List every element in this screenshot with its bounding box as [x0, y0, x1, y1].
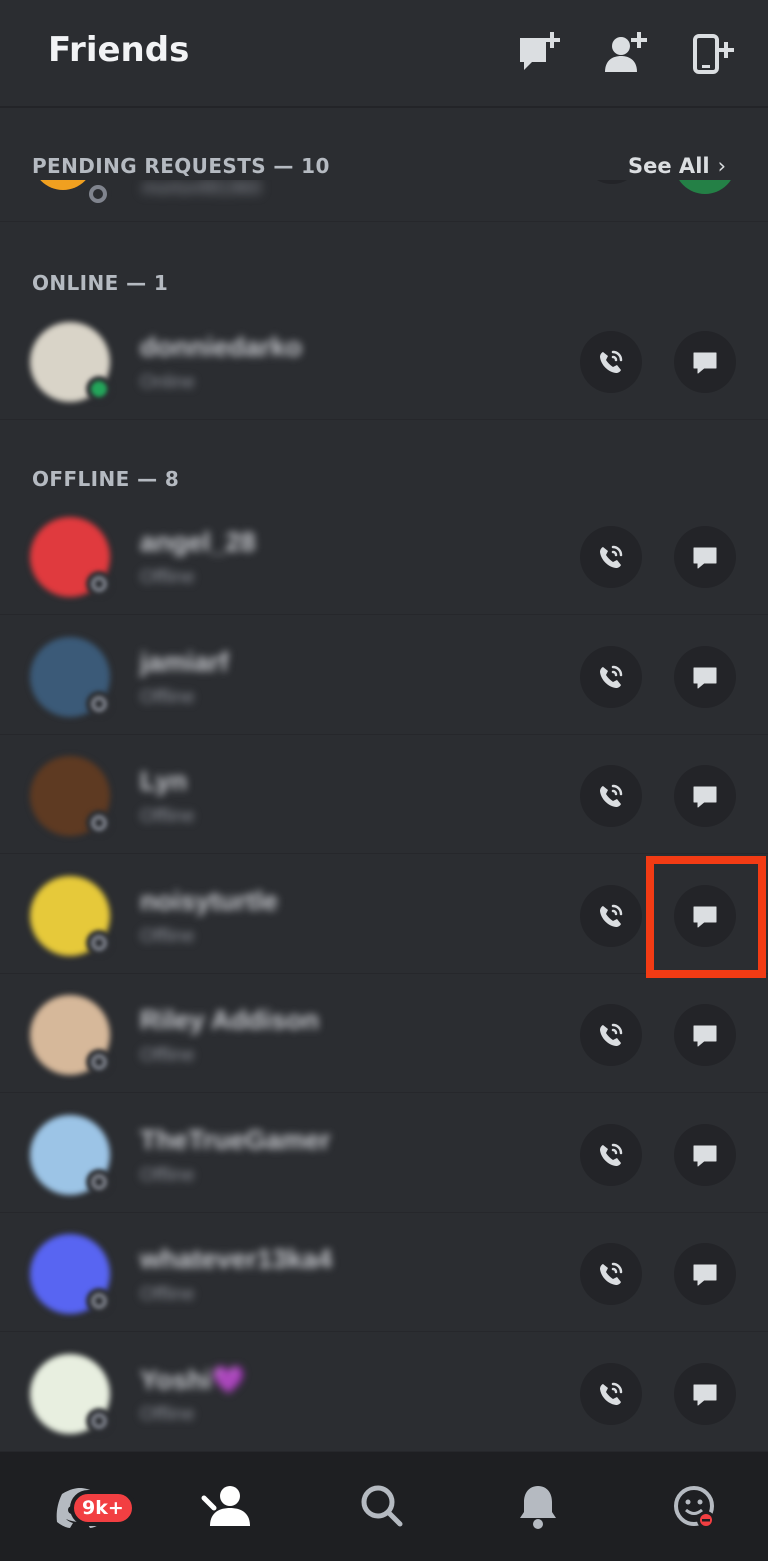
friend-name: Riley Addison [140, 1005, 320, 1035]
pending-requests-label: PENDING REQUESTS — 10 [32, 154, 330, 178]
offline-status-icon [86, 571, 112, 597]
highlight-box [646, 856, 766, 978]
notification-badge: 9k+ [70, 1490, 136, 1526]
call-button[interactable] [580, 526, 642, 588]
phone-icon [600, 1382, 623, 1405]
message-button[interactable] [674, 1123, 736, 1186]
friend-status: Online [140, 372, 195, 393]
friends-icon[interactable] [196, 1476, 256, 1536]
add-friend-icon[interactable] [602, 30, 648, 76]
message-button[interactable] [674, 1004, 736, 1066]
friend-status: Offline [140, 686, 195, 708]
chat-bubble-icon [693, 667, 717, 688]
new-message-icon[interactable] [516, 30, 562, 76]
phone-icon [600, 665, 623, 688]
add-contact-icon[interactable] [690, 30, 736, 76]
see-all-button[interactable]: See All › [628, 154, 726, 178]
phone-icon [600, 904, 623, 927]
offline-status-icon [86, 1168, 112, 1195]
call-button[interactable] [580, 1243, 642, 1305]
chat-bubble-icon [693, 1384, 717, 1405]
message-button[interactable] [674, 645, 736, 708]
header-bar: Friends [0, 0, 768, 108]
friend-row[interactable]: Yoshi💜 Offline [0, 1334, 768, 1452]
offline-status-icon [86, 929, 112, 956]
friend-row[interactable]: whatever13ka4 Offline [0, 1214, 768, 1332]
phone-icon [600, 784, 623, 807]
friend-row[interactable]: Riley Addison Offline [0, 975, 768, 1093]
pending-requests-section[interactable]: mortonfill1960 PENDING REQUESTS — 10 See… [0, 110, 768, 222]
notifications-icon[interactable] [508, 1476, 568, 1536]
chevron-right-icon: › [717, 154, 726, 178]
call-button[interactable] [580, 1123, 642, 1186]
friend-name: jamiarf [140, 646, 229, 677]
phone-icon [600, 350, 623, 373]
message-button[interactable] [674, 765, 736, 827]
message-button[interactable] [674, 331, 736, 393]
friend-name: noisyturtle [140, 885, 279, 916]
offline-status-icon [86, 810, 112, 836]
offline-status-icon [86, 1407, 112, 1434]
friend-name: TheTrueGamer [140, 1124, 331, 1155]
call-button[interactable] [580, 331, 642, 393]
call-button[interactable] [580, 765, 642, 827]
friend-row[interactable]: jamiarf Offline [0, 617, 768, 735]
friend-name: Lyn [140, 766, 187, 796]
chat-bubble-icon [693, 1264, 717, 1286]
call-button[interactable] [580, 1362, 642, 1425]
friend-status: Offline [140, 1045, 195, 1066]
offline-status-icon [86, 1049, 112, 1075]
pending-status-dot [84, 180, 112, 208]
friend-status: Offline [140, 925, 195, 947]
chat-bubble-icon [693, 1025, 717, 1047]
friend-status: Offline [140, 567, 195, 588]
phone-icon [600, 1262, 623, 1285]
chat-bubble-icon [693, 547, 717, 569]
phone-icon [600, 1143, 623, 1166]
pending-preview-name: mortonfill1960 [142, 178, 262, 199]
phone-icon [600, 545, 623, 568]
message-button[interactable] [674, 526, 736, 588]
online-status-icon [86, 376, 112, 402]
search-icon[interactable] [352, 1476, 412, 1536]
friend-row[interactable]: TheTrueGamer Offline [0, 1095, 768, 1213]
friend-row[interactable]: donniedarko Online [0, 302, 768, 420]
offline-status-icon [86, 1288, 112, 1314]
friend-name: Yoshi💜 [140, 1364, 246, 1395]
call-button[interactable] [580, 1004, 642, 1066]
offline-section-label: OFFLINE — 8 [32, 467, 180, 491]
chat-bubble-icon [693, 352, 717, 374]
phone-icon [600, 1023, 623, 1046]
see-all-label: See All [628, 154, 710, 178]
message-button[interactable] [674, 1243, 736, 1305]
friend-row[interactable]: angel_28 Offline [0, 497, 768, 615]
call-button[interactable] [580, 884, 642, 947]
call-button[interactable] [580, 645, 642, 708]
friend-name: donniedarko [140, 332, 303, 362]
profile-icon[interactable] [664, 1476, 724, 1536]
friend-name: angel_28 [140, 527, 256, 557]
chat-bubble-icon [693, 786, 717, 808]
message-button[interactable] [674, 1362, 736, 1425]
online-section-label: ONLINE — 1 [32, 271, 169, 295]
friend-status: Offline [140, 1164, 195, 1186]
page-title: Friends [48, 30, 190, 70]
friend-status: Offline [140, 806, 195, 827]
friend-status: Offline [140, 1403, 195, 1425]
chat-bubble-icon [693, 1145, 717, 1166]
friend-row[interactable]: Lyn Offline [0, 736, 768, 854]
friend-name: whatever13ka4 [140, 1244, 333, 1274]
offline-status-icon [86, 690, 112, 717]
friend-status: Offline [140, 1284, 195, 1305]
